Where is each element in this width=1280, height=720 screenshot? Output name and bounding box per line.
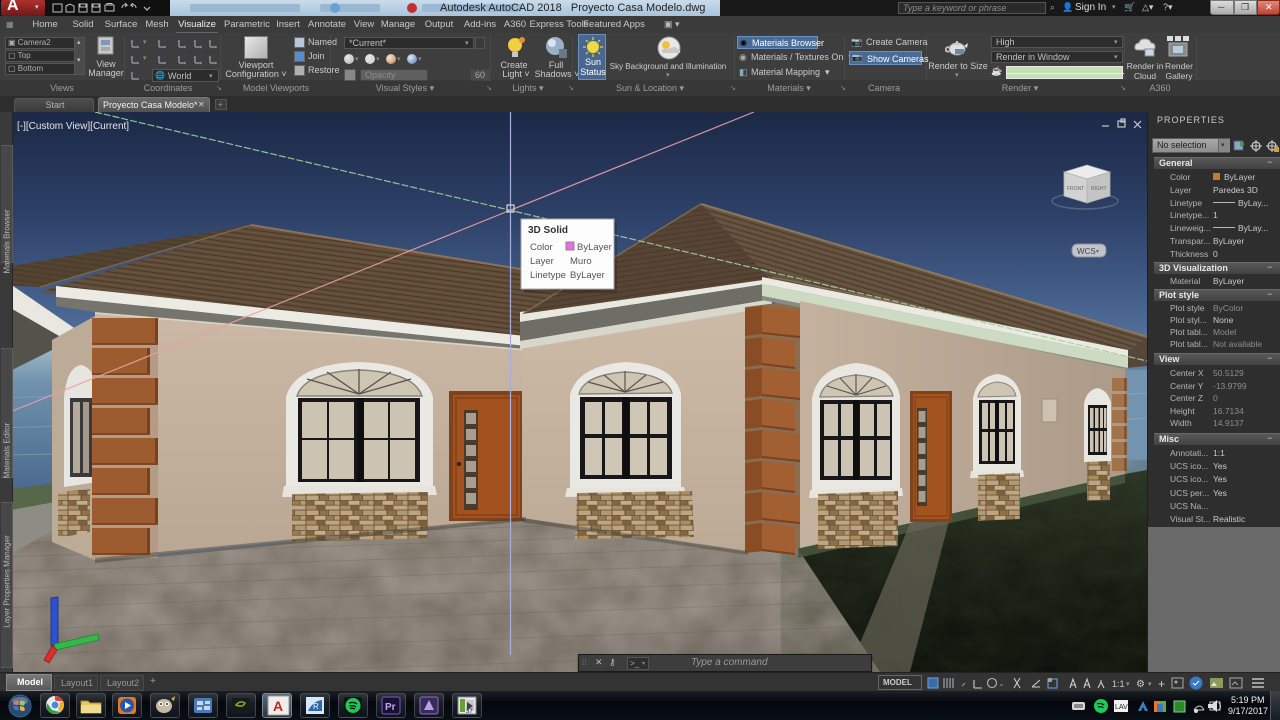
- svg-text:ByLayer: ByLayer: [570, 270, 605, 281]
- svg-text:Muro: Muro: [570, 256, 592, 267]
- svg-text:R: R: [313, 702, 319, 711]
- svg-text:A: A: [273, 698, 283, 714]
- svg-text:▾: ▾: [1148, 681, 1152, 688]
- svg-text:Linetype: Linetype: [530, 270, 566, 281]
- svg-text:3D Solid: 3D Solid: [528, 225, 568, 236]
- svg-text:LAV: LAV: [1115, 704, 1128, 711]
- svg-text:FRONT: FRONT: [1067, 186, 1084, 192]
- svg-text:RIGHT: RIGHT: [1091, 186, 1107, 192]
- svg-text:+: +: [1158, 677, 1165, 691]
- svg-text:Layer: Layer: [530, 256, 554, 267]
- svg-text:[-][Custom View][Current]: [-][Custom View][Current]: [17, 121, 129, 132]
- svg-text:WCS: WCS: [1077, 247, 1096, 256]
- svg-text:▾: ▾: [1126, 681, 1130, 688]
- svg-text:Color: Color: [530, 242, 553, 253]
- svg-text:37: 37: [466, 709, 473, 715]
- svg-text:Pr: Pr: [385, 702, 396, 713]
- svg-text:▾: ▾: [1096, 249, 1099, 255]
- svg-text:⚙: ⚙: [1136, 679, 1145, 690]
- svg-text:ByLayer: ByLayer: [577, 242, 612, 253]
- svg-text:1:1: 1:1: [1112, 679, 1125, 689]
